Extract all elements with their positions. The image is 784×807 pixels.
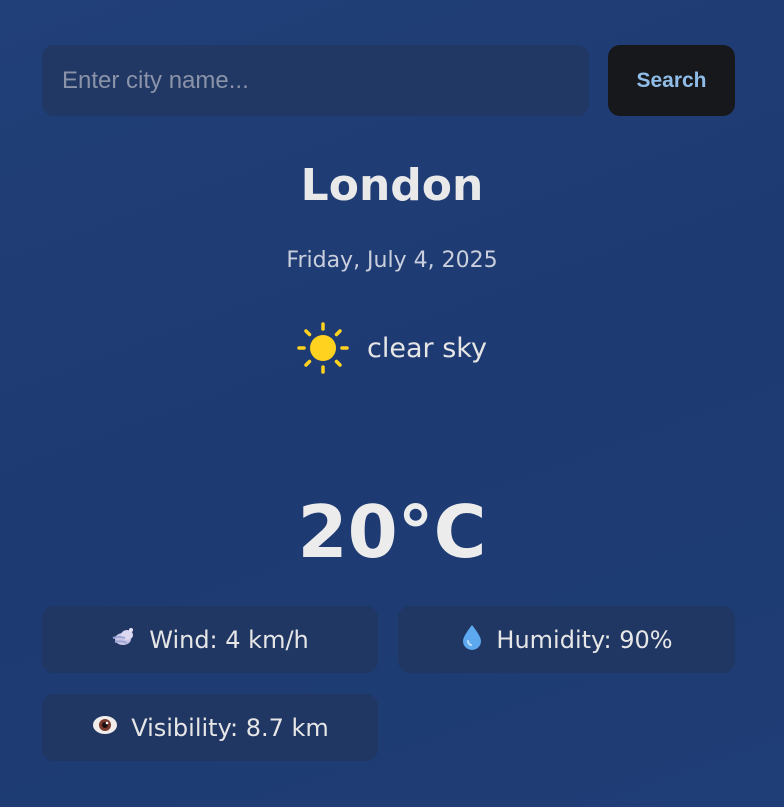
weather-condition: clear sky bbox=[0, 318, 784, 378]
sun-icon bbox=[297, 322, 349, 374]
city-name: London bbox=[300, 160, 484, 211]
visibility-card: Visibility: 8.7 km bbox=[42, 694, 378, 761]
temperature-display: 20°C bbox=[297, 490, 487, 574]
eye-icon bbox=[91, 714, 119, 742]
current-date: Friday, July 4, 2025 bbox=[286, 248, 498, 273]
condition-text: clear sky bbox=[367, 332, 487, 364]
humidity-label: Humidity: 90% bbox=[496, 625, 673, 654]
visibility-label: Visibility: 8.7 km bbox=[131, 713, 329, 742]
search-button[interactable]: Search bbox=[608, 45, 735, 116]
droplet-icon bbox=[460, 623, 484, 657]
search-bar: Search bbox=[42, 45, 735, 116]
humidity-card: Humidity: 90% bbox=[398, 606, 735, 673]
wind-card: Wind: 4 km/h bbox=[42, 606, 378, 673]
wind-icon bbox=[111, 624, 137, 656]
city-search-input[interactable] bbox=[42, 45, 589, 116]
wind-label: Wind: 4 km/h bbox=[149, 625, 309, 654]
